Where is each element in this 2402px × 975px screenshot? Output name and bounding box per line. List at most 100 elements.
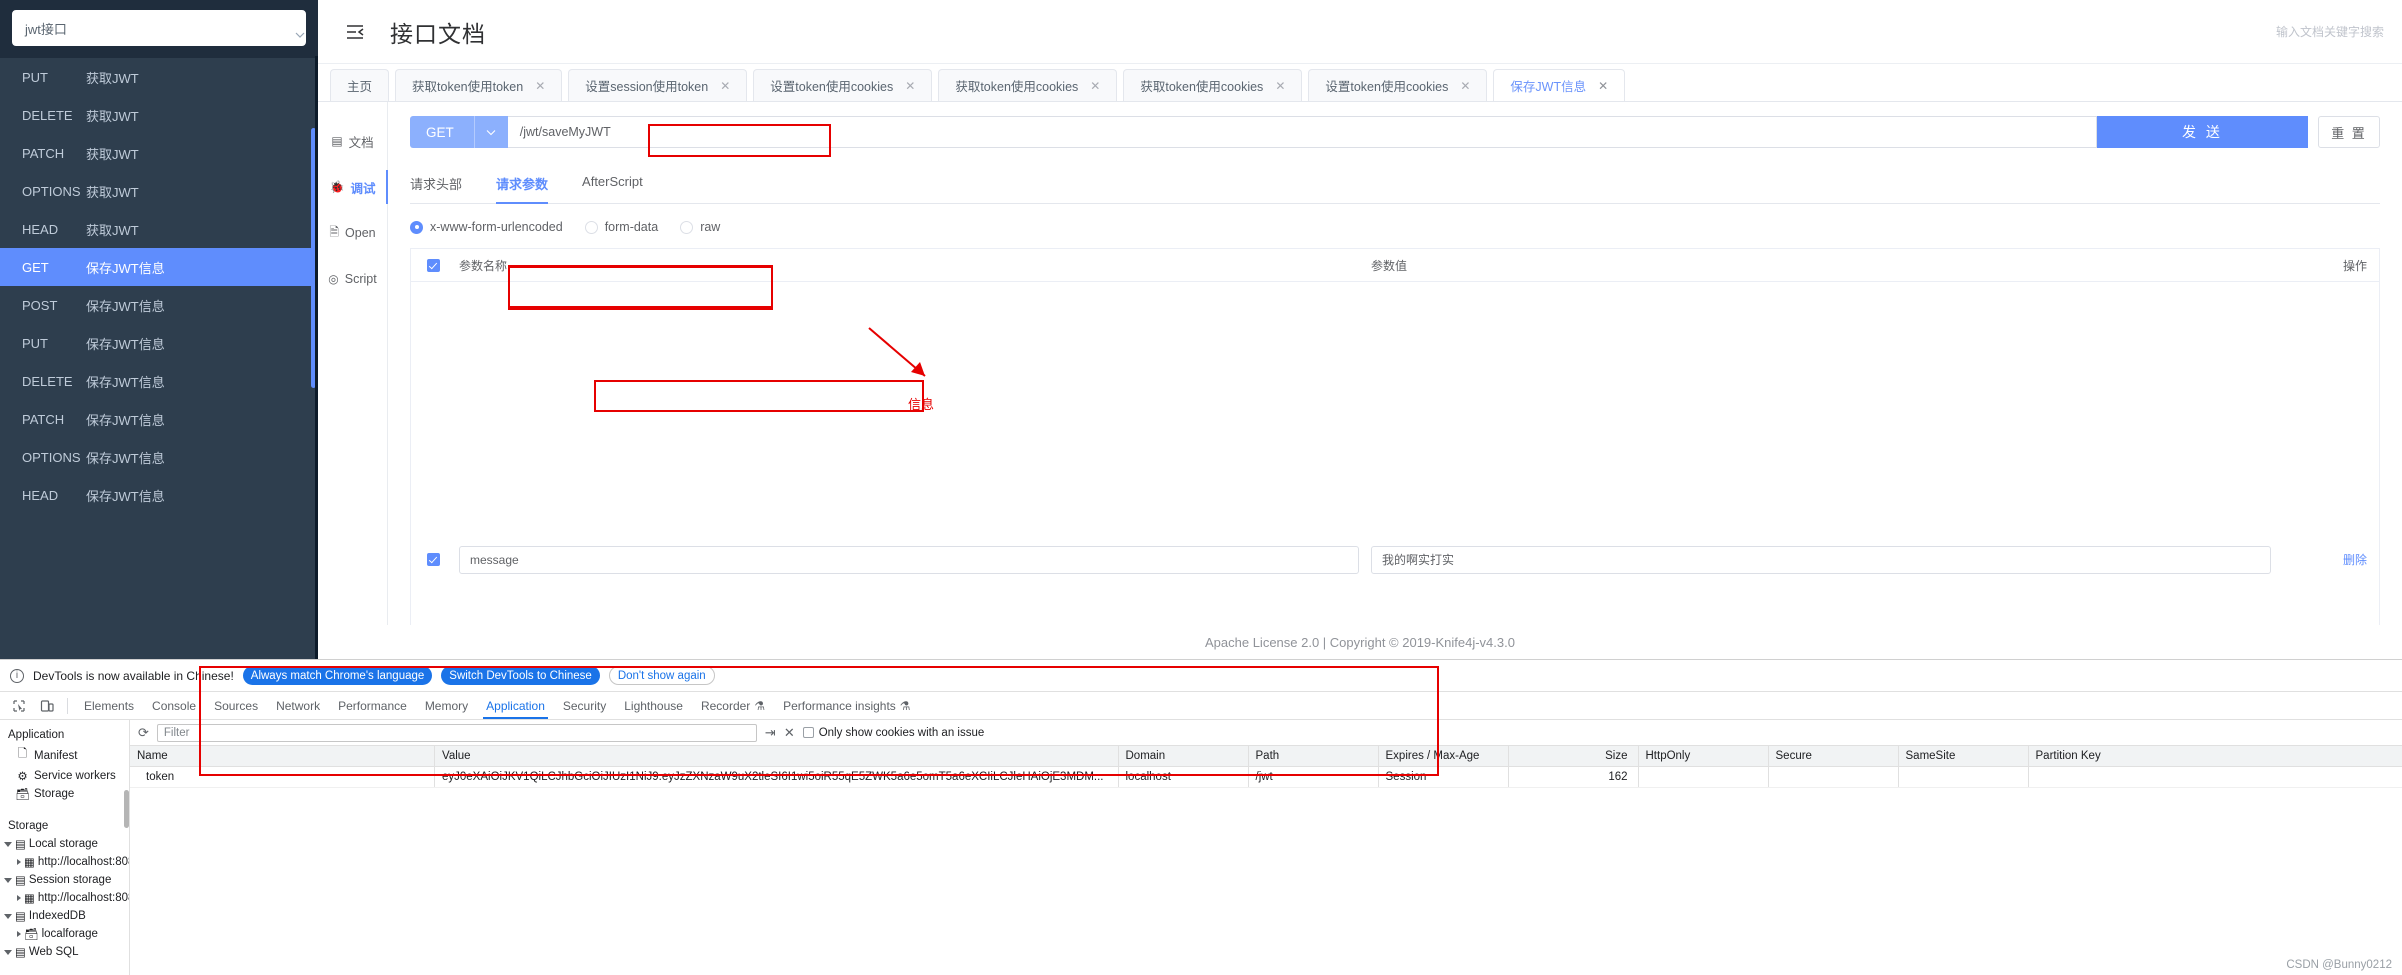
devtools-tab-lighthouse[interactable]: Lighthouse xyxy=(615,692,692,719)
api-group-select[interactable]: jwt接口 xyxy=(12,10,306,46)
body-type-radio-2[interactable]: raw xyxy=(680,220,720,234)
sidebar-item-put-0[interactable]: PUT 获取JWT xyxy=(0,58,318,96)
radio-circle[interactable] xyxy=(680,220,694,234)
close-icon[interactable]: ✕ xyxy=(720,79,730,93)
application-item-1[interactable]: ⚙ Service workers xyxy=(0,767,129,785)
param-value-input[interactable]: 我的啊实打实 xyxy=(1371,545,2271,574)
only-issue-checkbox-row[interactable]: Only show cookies with an issue xyxy=(802,727,984,739)
delete-param-link[interactable]: 删除 xyxy=(2343,553,2367,567)
sidebar-item-head-4[interactable]: HEAD 获取JWT xyxy=(0,210,318,248)
devtools-tab-performance[interactable]: Performance xyxy=(329,692,416,719)
storage-tree-node-1[interactable]: ▦http://localhost:8080 xyxy=(0,853,129,871)
tab-1[interactable]: 获取token使用token ✕ xyxy=(395,69,563,101)
inspect-element-icon[interactable] xyxy=(6,695,32,717)
col-expires[interactable]: Expires / Max-Age xyxy=(1379,746,1509,766)
tab-7[interactable]: 保存JWT信息 ✕ xyxy=(1493,69,1626,101)
col-samesite[interactable]: SameSite xyxy=(1899,746,2029,766)
sidebar-item-post-6[interactable]: POST 保存JWT信息 xyxy=(0,286,318,324)
vmenu-item-2[interactable]: 🗎 Open xyxy=(318,210,387,256)
body-type-radio-0[interactable]: x-www-form-urlencoded xyxy=(410,220,563,234)
chevron-down-icon[interactable] xyxy=(473,116,508,148)
send-button[interactable]: 发 送 xyxy=(2097,116,2308,148)
close-icon[interactable]: ✕ xyxy=(1275,79,1285,93)
vmenu-item-1[interactable]: 🐞 调试 xyxy=(318,164,388,210)
application-item-2[interactable]: 🗃 Storage xyxy=(0,785,129,803)
devtools-sidebar-scrollbar[interactable] xyxy=(124,790,129,828)
close-icon[interactable]: ✕ xyxy=(784,725,795,741)
storage-tree-node-0[interactable]: ▤ Local storage xyxy=(0,835,129,853)
doc-search-placeholder[interactable]: 输入文档关键字搜索 xyxy=(2276,23,2384,40)
filter-input[interactable]: Filter xyxy=(156,723,757,742)
col-path[interactable]: Path xyxy=(1249,746,1379,766)
request-url-input[interactable]: /jwt/saveMyJWT xyxy=(507,116,2097,148)
triangle-icon[interactable] xyxy=(4,949,12,955)
col-name[interactable]: Name xyxy=(130,746,435,766)
close-icon[interactable]: ✕ xyxy=(1598,79,1608,93)
collapse-menu-icon[interactable] xyxy=(342,19,368,45)
col-partition-key[interactable]: Partition Key xyxy=(2029,746,2402,766)
req-tab-2[interactable]: AfterScript xyxy=(582,174,643,203)
triangle-icon[interactable] xyxy=(4,913,12,919)
sidebar-item-patch-2[interactable]: PATCH 获取JWT xyxy=(0,134,318,172)
only-issue-checkbox[interactable] xyxy=(802,727,814,738)
radio-circle[interactable] xyxy=(584,220,598,234)
col-httponly[interactable]: HttpOnly xyxy=(1639,746,1769,766)
sidebar-item-put-7[interactable]: PUT 保存JWT信息 xyxy=(0,324,318,362)
tab-4[interactable]: 获取token使用cookies ✕ xyxy=(938,69,1118,101)
reset-button[interactable]: 重 置 xyxy=(2318,116,2380,148)
param-name-input[interactable]: message xyxy=(459,545,1359,574)
row-checkbox[interactable] xyxy=(411,553,455,566)
col-secure[interactable]: Secure xyxy=(1769,746,1899,766)
body-type-radio-1[interactable]: form-data xyxy=(584,220,658,234)
devtools-tab-recorder[interactable]: Recorder ⚗ xyxy=(692,692,774,719)
tab-3[interactable]: 设置token使用cookies ✕ xyxy=(753,69,933,101)
req-tab-0[interactable]: 请求头部 xyxy=(410,174,462,203)
switch-to-chinese-button[interactable]: Switch DevTools to Chinese xyxy=(441,666,600,685)
sidebar-item-head-11[interactable]: HEAD 保存JWT信息 xyxy=(0,476,318,514)
devtools-tab-console[interactable]: Console xyxy=(143,692,205,719)
devtools-tab-performance-insights[interactable]: Performance insights ⚗ xyxy=(774,692,919,719)
col-value[interactable]: Value xyxy=(435,746,1119,766)
devtools-tab-application[interactable]: Application xyxy=(477,692,554,719)
devtools-tab-security[interactable]: Security xyxy=(554,692,615,719)
triangle-icon[interactable] xyxy=(4,877,12,883)
triangle-icon[interactable] xyxy=(17,859,21,865)
select-all-checkbox[interactable] xyxy=(411,258,455,272)
sidebar-item-get-5[interactable]: GET 保存JWT信息 xyxy=(0,248,318,286)
clear-filter-icon[interactable]: ⇥ xyxy=(765,725,776,741)
radio-circle[interactable] xyxy=(410,220,423,234)
close-icon[interactable]: ✕ xyxy=(535,79,545,93)
storage-tree-node-4[interactable]: ▤ IndexedDB xyxy=(0,907,129,925)
sidebar-item-delete-8[interactable]: DELETE 保存JWT信息 xyxy=(0,362,318,400)
sidebar-item-options-3[interactable]: OPTIONS 获取JWT xyxy=(0,172,318,210)
vmenu-item-3[interactable]: ◎ Script xyxy=(318,256,387,302)
devtools-tab-network[interactable]: Network xyxy=(267,692,329,719)
devtools-tab-elements[interactable]: Elements xyxy=(75,692,143,719)
http-method-select[interactable]: GET xyxy=(410,116,508,148)
tab-6[interactable]: 设置token使用cookies ✕ xyxy=(1308,69,1488,101)
application-item-0[interactable]: 🗋 Manifest xyxy=(0,744,129,767)
close-icon[interactable]: ✕ xyxy=(905,79,915,93)
vmenu-item-0[interactable]: ▤ 文档 xyxy=(318,118,387,164)
col-domain[interactable]: Domain xyxy=(1119,746,1249,766)
sidebar-item-options-10[interactable]: OPTIONS 保存JWT信息 xyxy=(0,438,318,476)
storage-tree-node-2[interactable]: ▤ Session storage xyxy=(0,871,129,889)
always-match-language-button[interactable]: Always match Chrome's language xyxy=(242,666,433,685)
refresh-icon[interactable]: ⟳ xyxy=(138,725,149,741)
device-toolbar-icon[interactable] xyxy=(34,695,60,717)
sidebar-item-delete-1[interactable]: DELETE 获取JWT xyxy=(0,96,318,134)
table-row[interactable]: token eyJ0eXAiOiJKV1QiLCJhbGciOiJIUzI1Ni… xyxy=(130,767,2402,788)
close-icon[interactable]: ✕ xyxy=(1460,79,1470,93)
devtools-tab-sources[interactable]: Sources xyxy=(205,692,267,719)
req-tab-1[interactable]: 请求参数 xyxy=(496,174,549,204)
storage-tree-node-3[interactable]: ▦http://localhost:8080 xyxy=(0,889,129,907)
storage-tree-node-5[interactable]: 🗃 localforage xyxy=(0,925,129,943)
triangle-icon[interactable] xyxy=(17,895,21,901)
storage-tree-node-6[interactable]: ▤ Web SQL xyxy=(0,943,129,961)
triangle-icon[interactable] xyxy=(4,841,12,847)
tab-2[interactable]: 设置session使用token ✕ xyxy=(568,69,748,101)
devtools-tab-memory[interactable]: Memory xyxy=(416,692,477,719)
close-icon[interactable]: ✕ xyxy=(1090,79,1100,93)
tab-5[interactable]: 获取token使用cookies ✕ xyxy=(1123,69,1303,101)
sidebar-item-patch-9[interactable]: PATCH 保存JWT信息 xyxy=(0,400,318,438)
